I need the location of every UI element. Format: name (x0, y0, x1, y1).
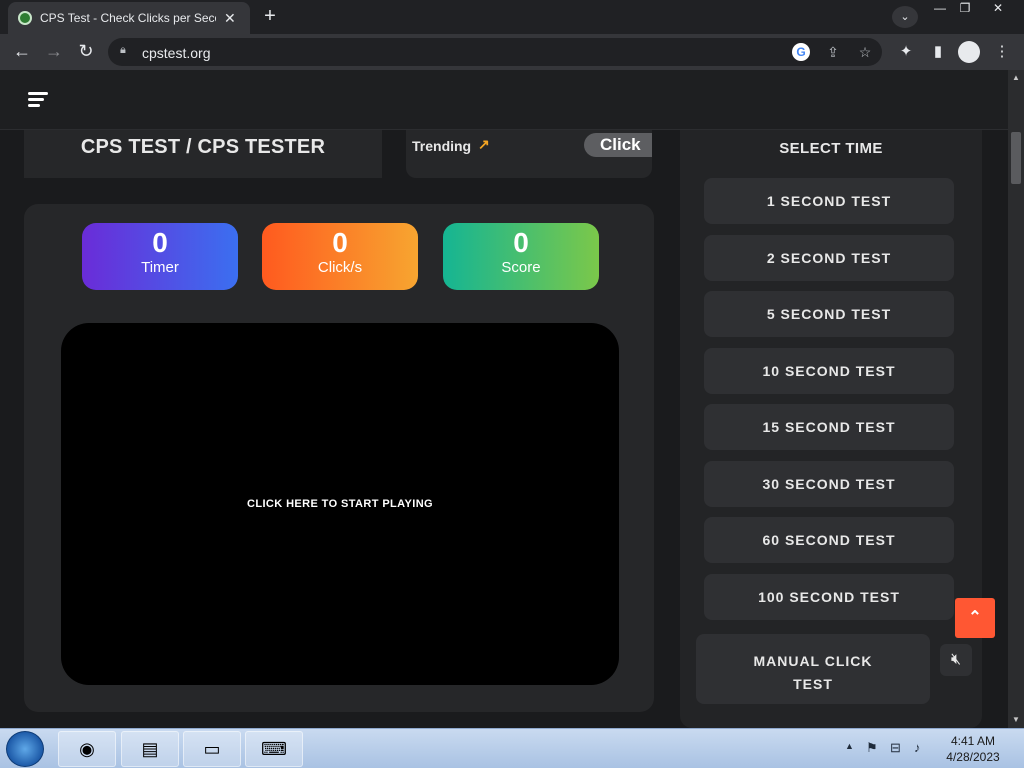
scroll-down-arrow-icon[interactable]: ▼ (1008, 712, 1024, 728)
minimize-icon[interactable]: — (928, 0, 952, 18)
share-icon[interactable]: ⇪ (824, 43, 842, 61)
score-stat: 0 Score (443, 223, 599, 290)
trending-item[interactable]: Click (584, 133, 652, 157)
shield-icon (18, 11, 32, 25)
close-window-icon[interactable]: ✕ (978, 0, 1018, 18)
google-icon[interactable]: G (792, 43, 810, 61)
scroll-thumb[interactable] (1011, 132, 1021, 184)
star-icon[interactable]: ☆ (856, 43, 874, 61)
clock-time: 4:41 AM (950, 734, 996, 748)
reload-icon[interactable]: ↻ (74, 40, 98, 64)
restore-icon[interactable]: ❐ (953, 0, 977, 18)
hamburger-menu-icon[interactable] (28, 92, 48, 108)
close-icon[interactable]: ✕ (224, 10, 236, 27)
click-area[interactable]: CLICK HERE TO START PLAYING (61, 323, 619, 685)
new-tab-button[interactable]: + (258, 6, 282, 28)
address-bar[interactable]: 🔒︎ cpstest.org G ⇪ ☆ (108, 38, 882, 66)
select-time-title: SELECT TIME (779, 140, 883, 157)
time-option-2s[interactable]: 2 SECOND TEST (704, 235, 954, 281)
network-icon[interactable]: ⊟ (890, 740, 901, 756)
time-option-15s[interactable]: 15 SECOND TEST (704, 404, 954, 450)
manual-click-test-label-1: MANUAL CLICK (753, 653, 873, 669)
title-card: CPS TEST / CPS TESTER (24, 130, 382, 178)
sound-off-icon[interactable]: 🔇︎ (940, 644, 972, 676)
terminal-taskbar-icon[interactable]: ▭ (183, 731, 241, 767)
trending-bar: Trending ↗ Click (406, 130, 652, 178)
game-panel: 0 Timer 0 Click/s 0 Score CLICK HERE TO … (24, 204, 654, 712)
avatar[interactable] (958, 41, 980, 63)
score-label: Score (501, 259, 541, 276)
chrome-taskbar-icon[interactable]: ◉ (58, 731, 116, 767)
browser-toolbar: ← → ↻ 🔒︎ cpstest.org G ⇪ ☆ ✦ ▮ ⋮ (0, 34, 1024, 70)
time-option-100s[interactable]: 100 SECOND TEST (704, 574, 954, 620)
puzzle-icon[interactable]: ✦ (896, 42, 916, 62)
trending-up-icon: ↗ (478, 136, 490, 152)
timer-stat: 0 Timer (82, 223, 238, 290)
timer-value: 0 (152, 227, 168, 258)
page-title: CPS TEST / CPS TESTER (80, 136, 326, 158)
manual-click-test-button[interactable]: MANUAL CLICK TEST (696, 634, 930, 704)
time-option-30s[interactable]: 30 SECOND TEST (704, 461, 954, 507)
time-option-5s[interactable]: 5 SECOND TEST (704, 291, 954, 337)
keyboard-taskbar-icon[interactable]: ⌨ (245, 731, 303, 767)
time-option-60s[interactable]: 60 SECOND TEST (704, 517, 954, 563)
manual-click-test-label-2: TEST (793, 676, 833, 692)
clicks-per-second-stat: 0 Click/s (262, 223, 418, 290)
cps-value: 0 (332, 227, 348, 258)
site-header (0, 70, 1008, 130)
scroll-to-top-button[interactable]: ⌃ (955, 598, 995, 638)
select-time-panel: SELECT TIME 1 SECOND TEST 2 SECOND TEST … (680, 130, 982, 728)
trending-label: Trending (412, 138, 472, 154)
forward-arrow-icon[interactable]: → (42, 40, 66, 64)
url-text[interactable]: cpstest.org (142, 45, 210, 61)
tab-title: CPS Test - Check Clicks per Second (40, 11, 216, 25)
chevron-down-icon[interactable]: ⌄ (892, 6, 918, 28)
cps-label: Click/s (317, 259, 363, 276)
click-area-prompt: CLICK HERE TO START PLAYING (247, 498, 433, 510)
score-value: 0 (513, 227, 529, 258)
browser-tab-active[interactable]: CPS Test - Check Clicks per Second ✕ (8, 2, 250, 34)
clock-date: 4/28/2023 (946, 750, 1000, 764)
timer-label: Timer (141, 259, 179, 276)
browser-tabstrip: CPS Test - Check Clicks per Second ✕ + ⌄… (0, 0, 1024, 34)
volume-icon[interactable]: ♪ (914, 740, 921, 755)
web-page: CPS TEST / CPS TESTER Trending ↗ Click 0… (0, 70, 1008, 728)
time-option-10s[interactable]: 10 SECOND TEST (704, 348, 954, 394)
side-panel-icon[interactable]: ▮ (928, 42, 948, 62)
folder-taskbar-icon[interactable]: ▤ (121, 731, 179, 767)
page-scrollbar[interactable]: ▲ ▼ (1008, 70, 1024, 728)
time-option-1s[interactable]: 1 SECOND TEST (704, 178, 954, 224)
flag-icon[interactable]: ⚑ (866, 740, 878, 756)
scroll-up-arrow-icon[interactable]: ▲ (1008, 70, 1024, 86)
tray-expand-icon[interactable]: ▲ (845, 741, 854, 751)
windows-taskbar: ◉ ▤ ▭ ⌨ ▲ ⚑ ⊟ ♪ 4:41 AM 4/28/2023 (0, 728, 1024, 768)
start-button[interactable] (6, 731, 44, 767)
lock-icon[interactable]: 🔒︎ (120, 44, 126, 57)
kebab-menu-icon[interactable]: ⋮ (992, 42, 1012, 62)
back-arrow-icon[interactable]: ← (10, 40, 34, 64)
taskbar-clock[interactable]: 4:41 AM 4/28/2023 (938, 733, 1008, 765)
